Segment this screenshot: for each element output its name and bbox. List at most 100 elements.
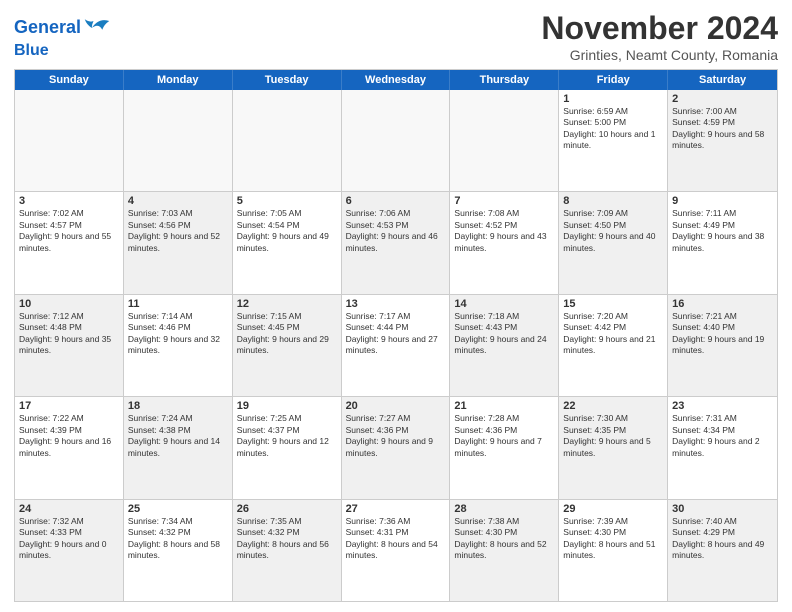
day-info: Sunrise: 7:34 AM Sunset: 4:32 PM Dayligh…: [128, 516, 228, 562]
day-number: 6: [346, 195, 446, 207]
day-info: Sunrise: 7:27 AM Sunset: 4:36 PM Dayligh…: [346, 413, 446, 459]
cal-cell-r2-c1: 11Sunrise: 7:14 AM Sunset: 4:46 PM Dayli…: [124, 295, 233, 396]
day-number: 7: [454, 195, 554, 207]
day-number: 16: [672, 298, 773, 310]
cal-header-monday: Monday: [124, 70, 233, 90]
day-info: Sunrise: 7:03 AM Sunset: 4:56 PM Dayligh…: [128, 208, 228, 254]
day-info: Sunrise: 7:09 AM Sunset: 4:50 PM Dayligh…: [563, 208, 663, 254]
cal-header-tuesday: Tuesday: [233, 70, 342, 90]
cal-cell-r2-c4: 14Sunrise: 7:18 AM Sunset: 4:43 PM Dayli…: [450, 295, 559, 396]
day-info: Sunrise: 7:06 AM Sunset: 4:53 PM Dayligh…: [346, 208, 446, 254]
day-number: 17: [19, 400, 119, 412]
cal-cell-r4-c1: 25Sunrise: 7:34 AM Sunset: 4:32 PM Dayli…: [124, 500, 233, 601]
day-info: Sunrise: 6:59 AM Sunset: 5:00 PM Dayligh…: [563, 106, 663, 152]
cal-cell-r1-c0: 3Sunrise: 7:02 AM Sunset: 4:57 PM Daylig…: [15, 192, 124, 293]
day-number: 15: [563, 298, 663, 310]
cal-cell-r0-c4: [450, 90, 559, 191]
day-number: 28: [454, 503, 554, 515]
day-info: Sunrise: 7:22 AM Sunset: 4:39 PM Dayligh…: [19, 413, 119, 459]
day-info: Sunrise: 7:32 AM Sunset: 4:33 PM Dayligh…: [19, 516, 119, 562]
cal-cell-r2-c5: 15Sunrise: 7:20 AM Sunset: 4:42 PM Dayli…: [559, 295, 668, 396]
day-number: 26: [237, 503, 337, 515]
cal-cell-r3-c3: 20Sunrise: 7:27 AM Sunset: 4:36 PM Dayli…: [342, 397, 451, 498]
cal-cell-r1-c4: 7Sunrise: 7:08 AM Sunset: 4:52 PM Daylig…: [450, 192, 559, 293]
day-number: 12: [237, 298, 337, 310]
day-number: 8: [563, 195, 663, 207]
day-number: 10: [19, 298, 119, 310]
day-info: Sunrise: 7:28 AM Sunset: 4:36 PM Dayligh…: [454, 413, 554, 459]
cal-row-4: 24Sunrise: 7:32 AM Sunset: 4:33 PM Dayli…: [15, 499, 777, 601]
day-info: Sunrise: 7:18 AM Sunset: 4:43 PM Dayligh…: [454, 311, 554, 357]
day-number: 19: [237, 400, 337, 412]
subtitle: Grinties, Neamt County, Romania: [541, 47, 778, 63]
logo-text: General: [14, 18, 81, 38]
calendar-header-row: SundayMondayTuesdayWednesdayThursdayFrid…: [15, 70, 777, 90]
cal-cell-r2-c6: 16Sunrise: 7:21 AM Sunset: 4:40 PM Dayli…: [668, 295, 777, 396]
cal-cell-r0-c2: [233, 90, 342, 191]
day-number: 3: [19, 195, 119, 207]
cal-cell-r3-c4: 21Sunrise: 7:28 AM Sunset: 4:36 PM Dayli…: [450, 397, 559, 498]
day-number: 9: [672, 195, 773, 207]
cal-cell-r4-c6: 30Sunrise: 7:40 AM Sunset: 4:29 PM Dayli…: [668, 500, 777, 601]
day-number: 11: [128, 298, 228, 310]
cal-cell-r3-c5: 22Sunrise: 7:30 AM Sunset: 4:35 PM Dayli…: [559, 397, 668, 498]
day-info: Sunrise: 7:40 AM Sunset: 4:29 PM Dayligh…: [672, 516, 773, 562]
cal-cell-r2-c3: 13Sunrise: 7:17 AM Sunset: 4:44 PM Dayli…: [342, 295, 451, 396]
day-info: Sunrise: 7:31 AM Sunset: 4:34 PM Dayligh…: [672, 413, 773, 459]
cal-row-0: 1Sunrise: 6:59 AM Sunset: 5:00 PM Daylig…: [15, 90, 777, 191]
day-info: Sunrise: 7:20 AM Sunset: 4:42 PM Dayligh…: [563, 311, 663, 357]
day-info: Sunrise: 7:30 AM Sunset: 4:35 PM Dayligh…: [563, 413, 663, 459]
cal-cell-r0-c5: 1Sunrise: 6:59 AM Sunset: 5:00 PM Daylig…: [559, 90, 668, 191]
cal-cell-r3-c6: 23Sunrise: 7:31 AM Sunset: 4:34 PM Dayli…: [668, 397, 777, 498]
day-number: 4: [128, 195, 228, 207]
cal-cell-r4-c3: 27Sunrise: 7:36 AM Sunset: 4:31 PM Dayli…: [342, 500, 451, 601]
logo-text2: Blue: [14, 42, 111, 60]
day-number: 14: [454, 298, 554, 310]
cal-header-friday: Friday: [559, 70, 668, 90]
title-block: November 2024 Grinties, Neamt County, Ro…: [541, 10, 778, 63]
cal-cell-r3-c1: 18Sunrise: 7:24 AM Sunset: 4:38 PM Dayli…: [124, 397, 233, 498]
cal-header-thursday: Thursday: [450, 70, 559, 90]
cal-header-saturday: Saturday: [668, 70, 777, 90]
day-info: Sunrise: 7:24 AM Sunset: 4:38 PM Dayligh…: [128, 413, 228, 459]
day-number: 2: [672, 93, 773, 105]
cal-header-sunday: Sunday: [15, 70, 124, 90]
day-info: Sunrise: 7:05 AM Sunset: 4:54 PM Dayligh…: [237, 208, 337, 254]
day-number: 27: [346, 503, 446, 515]
day-info: Sunrise: 7:38 AM Sunset: 4:30 PM Dayligh…: [454, 516, 554, 562]
cal-cell-r1-c5: 8Sunrise: 7:09 AM Sunset: 4:50 PM Daylig…: [559, 192, 668, 293]
calendar: SundayMondayTuesdayWednesdayThursdayFrid…: [14, 69, 778, 602]
header: General Blue November 2024 Grinties, Nea…: [14, 10, 778, 63]
cal-cell-r2-c0: 10Sunrise: 7:12 AM Sunset: 4:48 PM Dayli…: [15, 295, 124, 396]
day-info: Sunrise: 7:00 AM Sunset: 4:59 PM Dayligh…: [672, 106, 773, 152]
calendar-body: 1Sunrise: 6:59 AM Sunset: 5:00 PM Daylig…: [15, 90, 777, 601]
cal-cell-r3-c2: 19Sunrise: 7:25 AM Sunset: 4:37 PM Dayli…: [233, 397, 342, 498]
day-number: 20: [346, 400, 446, 412]
cal-cell-r3-c0: 17Sunrise: 7:22 AM Sunset: 4:39 PM Dayli…: [15, 397, 124, 498]
cal-cell-r1-c1: 4Sunrise: 7:03 AM Sunset: 4:56 PM Daylig…: [124, 192, 233, 293]
day-info: Sunrise: 7:17 AM Sunset: 4:44 PM Dayligh…: [346, 311, 446, 357]
day-info: Sunrise: 7:35 AM Sunset: 4:32 PM Dayligh…: [237, 516, 337, 562]
cal-row-1: 3Sunrise: 7:02 AM Sunset: 4:57 PM Daylig…: [15, 191, 777, 293]
logo-bird-icon: [83, 14, 111, 42]
main-title: November 2024: [541, 10, 778, 47]
cal-row-3: 17Sunrise: 7:22 AM Sunset: 4:39 PM Dayli…: [15, 396, 777, 498]
cal-cell-r4-c2: 26Sunrise: 7:35 AM Sunset: 4:32 PM Dayli…: [233, 500, 342, 601]
cal-cell-r1-c3: 6Sunrise: 7:06 AM Sunset: 4:53 PM Daylig…: [342, 192, 451, 293]
cal-cell-r1-c2: 5Sunrise: 7:05 AM Sunset: 4:54 PM Daylig…: [233, 192, 342, 293]
page: General Blue November 2024 Grinties, Nea…: [0, 0, 792, 612]
cal-cell-r2-c2: 12Sunrise: 7:15 AM Sunset: 4:45 PM Dayli…: [233, 295, 342, 396]
day-info: Sunrise: 7:39 AM Sunset: 4:30 PM Dayligh…: [563, 516, 663, 562]
day-info: Sunrise: 7:36 AM Sunset: 4:31 PM Dayligh…: [346, 516, 446, 562]
cal-header-wednesday: Wednesday: [342, 70, 451, 90]
day-number: 23: [672, 400, 773, 412]
cal-cell-r0-c6: 2Sunrise: 7:00 AM Sunset: 4:59 PM Daylig…: [668, 90, 777, 191]
day-number: 29: [563, 503, 663, 515]
cal-cell-r4-c0: 24Sunrise: 7:32 AM Sunset: 4:33 PM Dayli…: [15, 500, 124, 601]
cal-cell-r0-c0: [15, 90, 124, 191]
day-number: 5: [237, 195, 337, 207]
cal-cell-r1-c6: 9Sunrise: 7:11 AM Sunset: 4:49 PM Daylig…: [668, 192, 777, 293]
cal-row-2: 10Sunrise: 7:12 AM Sunset: 4:48 PM Dayli…: [15, 294, 777, 396]
day-info: Sunrise: 7:21 AM Sunset: 4:40 PM Dayligh…: [672, 311, 773, 357]
day-number: 18: [128, 400, 228, 412]
